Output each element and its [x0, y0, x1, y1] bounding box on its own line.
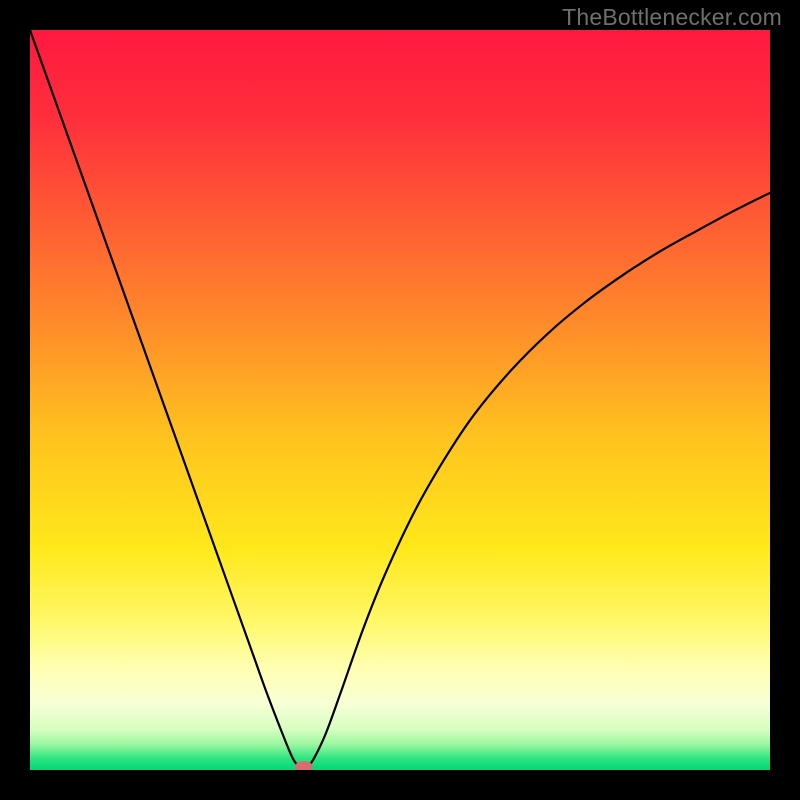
- gradient-background: [30, 30, 770, 770]
- watermark-text: TheBottlenecker.com: [562, 4, 782, 31]
- chart-frame: TheBottlenecker.com: [0, 0, 800, 800]
- plot-area: [30, 30, 770, 770]
- bottleneck-chart: [30, 30, 770, 770]
